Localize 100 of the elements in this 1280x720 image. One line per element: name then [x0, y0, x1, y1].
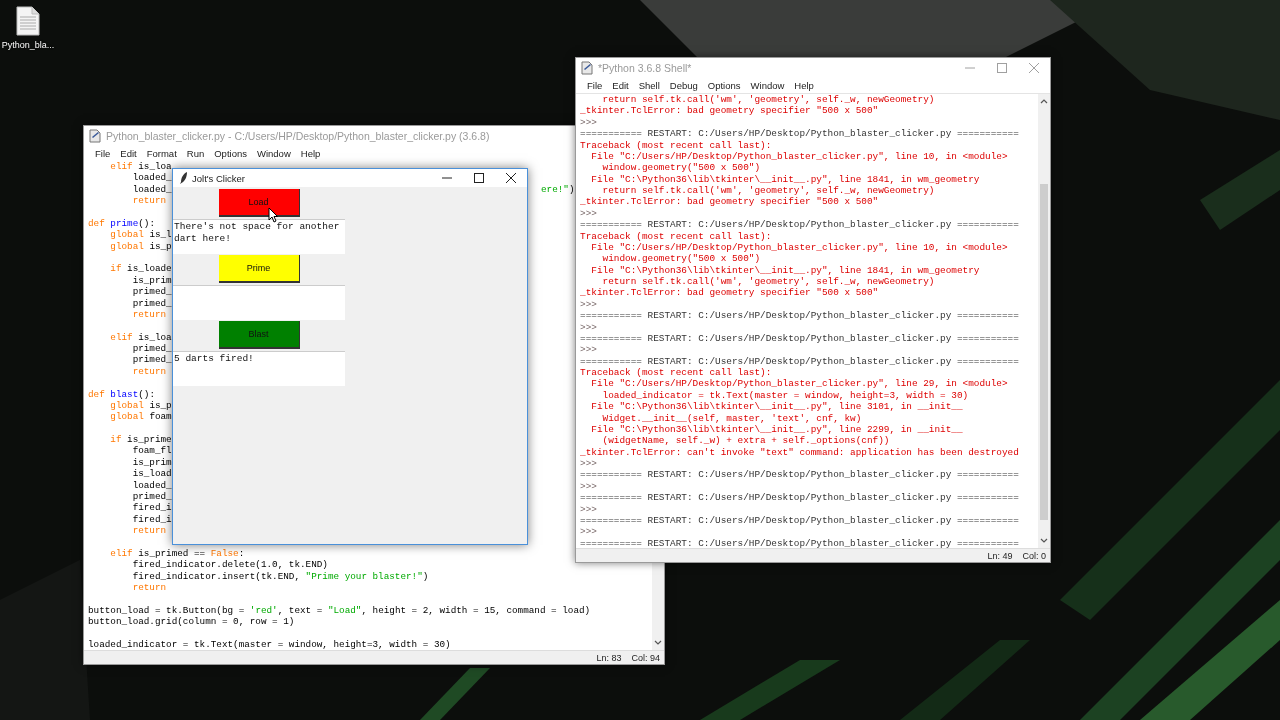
console-line: return self.tk.call('wm', 'geometry', self._w, newGeometry) — [601, 276, 935, 288]
chevron-up-icon[interactable] — [1040, 98, 1048, 104]
console-line: >>> — [580, 344, 597, 356]
console-line: =========== RESTART: C:/Users/HP/Desktop/Python_blaster_clicker.py =========== — [580, 537, 1019, 548]
console-line: >>> — [580, 207, 597, 220]
document-icon[interactable] — [16, 6, 40, 36]
console-line: loaded_indicator = tk.Text(master = window, height=3, width = 30) — [601, 389, 969, 402]
code-line: primed_ — [131, 490, 172, 503]
console-line: File "C:\Python36\lib\tkinter\__init__.py", line 3101, in __init__ — [590, 401, 963, 413]
code-line: if is_prime — [109, 434, 172, 446]
code-line: elif is_primed == False: — [109, 547, 245, 560]
menu-item[interactable]: Shell — [633, 78, 665, 93]
close-icon — [506, 173, 516, 183]
code-line: return — [131, 195, 167, 207]
code-line: loaded_indicator = tk.Text(master = window, height=3, width = 30) — [88, 638, 451, 650]
console-line: Traceback (most recent call last): — [580, 230, 772, 242]
console-line: File "C:/Users/HP/Desktop/Python_blaster_clicker.py", line 29, in <module> — [590, 378, 1008, 390]
console-line: _tkinter.TclError: bad geometry specifier "500 x 500" — [580, 105, 879, 117]
output-field[interactable] — [173, 285, 345, 320]
code-line: fired_i — [131, 502, 172, 514]
menu-item[interactable]: Format — [141, 146, 182, 161]
code-line: loaded_ — [131, 172, 172, 184]
code-line: global is_l — [109, 229, 172, 241]
maximize-icon — [997, 63, 1007, 73]
code-line: is_load — [131, 468, 172, 480]
menu-item[interactable]: Window — [251, 146, 296, 161]
file-name[interactable]: Python_bla... — [1, 40, 55, 50]
code-line: foam_fl — [131, 445, 172, 457]
menu-item[interactable]: Help — [295, 146, 326, 161]
line-number: Ln: 49 — [987, 550, 1013, 561]
code-line: is_prim — [131, 456, 172, 469]
console-line: File "C:\Python36\lib\tkinter\__init__.py", line 2299, in __init__ — [590, 423, 963, 436]
chevron-down-icon[interactable] — [654, 640, 662, 646]
menu-item[interactable]: Edit — [115, 146, 142, 161]
code-line: global foam — [109, 411, 172, 423]
tk-button[interactable]: Prime — [218, 255, 300, 283]
code-line: elif is_loa — [109, 161, 172, 173]
mouse-pointer-icon — [268, 207, 278, 223]
console-line: >>> — [580, 298, 597, 311]
page-icon — [581, 61, 594, 75]
code-line: return — [131, 365, 167, 378]
code-line: loaded_ — [131, 183, 172, 196]
tk-button[interactable]: Load — [218, 189, 300, 217]
output-field[interactable]: 5 darts fired! — [173, 351, 345, 386]
tk-button[interactable]: Blast — [218, 321, 300, 349]
console-line: (widgetName, self._w) + extra + self._options(cnf)) — [601, 435, 890, 447]
menu-item[interactable]: Debug — [664, 78, 703, 93]
console-line: return self.tk.call('wm', 'geometry', self._w, newGeometry) — [601, 185, 935, 197]
menu-item[interactable]: File — [90, 146, 116, 161]
code-line: loaded_ — [131, 479, 172, 491]
console-line: =========== RESTART: C:/Users/HP/Desktop/Python_blaster_clicker.py =========== — [580, 310, 1019, 322]
code-line: primed_ — [131, 343, 172, 355]
code-line: fired_indicator.insert(tk.END, "Prime your blaster!") — [131, 570, 429, 582]
code-line: return — [131, 581, 167, 594]
minimize-icon — [965, 67, 975, 69]
chevron-down-icon[interactable] — [1040, 538, 1048, 544]
menu-item[interactable]: Edit — [607, 78, 634, 93]
code-line: button_load.grid(column = 0, row = 1) — [88, 616, 295, 628]
console-line: =========== RESTART: C:/Users/HP/Desktop/Python_blaster_clicker.py =========== — [580, 128, 1019, 140]
menu-item[interactable]: Options — [702, 78, 746, 93]
console-line: File "C:\Python36\lib\tkinter\__init__.py", line 1841, in wm_geometry — [590, 173, 980, 185]
console-line: >>> — [580, 458, 597, 470]
window-title: *Python 3.6.8 Shell* — [598, 62, 692, 74]
console-line: Traceback (most recent call last): — [580, 367, 772, 379]
code-line: return — [131, 525, 167, 537]
page-icon — [89, 129, 102, 143]
menu-item[interactable]: Window — [745, 78, 790, 93]
scrollbar-thumb[interactable] — [1040, 184, 1048, 520]
console-line: File "C:\Python36\lib\tkinter\__init__.py", line 1841, in wm_geometry — [590, 264, 980, 276]
column-number: Col: 0 — [1022, 550, 1046, 561]
window-title: Python_blaster_clicker.py - C:/Users/HP/Desktop/Python_blaster_clicker.py (3.6.8) — [106, 130, 490, 142]
menu-item[interactable]: Help — [789, 78, 819, 93]
console-line: =========== RESTART: C:/Users/HP/Desktop/Python_blaster_clicker.py =========== — [580, 355, 1019, 367]
code-line: def prime(): — [88, 217, 155, 230]
menu-item[interactable]: Run — [181, 146, 210, 161]
menu-item[interactable]: File — [582, 78, 608, 93]
feather-icon — [180, 172, 188, 184]
console-line: window.geometry("500 x 500") — [601, 162, 761, 174]
code-line: elif is_loa — [109, 331, 172, 343]
menu-item[interactable]: Options — [209, 146, 252, 161]
console-line: _tkinter.TclError: bad geometry specifier "500 x 500" — [580, 287, 879, 299]
code-line: primed_ — [131, 297, 172, 309]
console-line: Traceback (most recent call last): — [580, 139, 772, 151]
code-line: global is_p — [109, 240, 172, 252]
console-line: >>> — [580, 116, 597, 129]
console-line: >>> — [580, 526, 597, 538]
console-line: =========== RESTART: C:/Users/HP/Desktop/Python_blaster_clicker.py =========== — [580, 514, 1019, 527]
output-field[interactable]: There's not space for another dart here! — [173, 219, 345, 254]
console-line: =========== RESTART: C:/Users/HP/Desktop/Python_blaster_clicker.py =========== — [580, 332, 1019, 345]
console-line: =========== RESTART: C:/Users/HP/Desktop/Python_blaster_clicker.py =========== — [580, 492, 1019, 504]
console-line: Widget.__init__(self, master, 'text', cnf, kw) — [601, 412, 862, 424]
console-line: return self.tk.call('wm', 'geometry', self._w, newGeometry) — [601, 94, 935, 106]
code-line: primed_ — [131, 286, 172, 298]
console-line: >>> — [580, 480, 597, 493]
maximize-icon — [474, 173, 484, 183]
console-line: File "C:/Users/HP/Desktop/Python_blaster_clicker.py", line 10, in <module> — [590, 241, 1008, 254]
console-line: >>> — [580, 503, 597, 515]
window-title: Jolt's Clicker — [192, 172, 245, 184]
code-line: fired_indicator.delete(1.0, tk.END) — [131, 559, 328, 571]
code-line: return — [131, 308, 167, 321]
